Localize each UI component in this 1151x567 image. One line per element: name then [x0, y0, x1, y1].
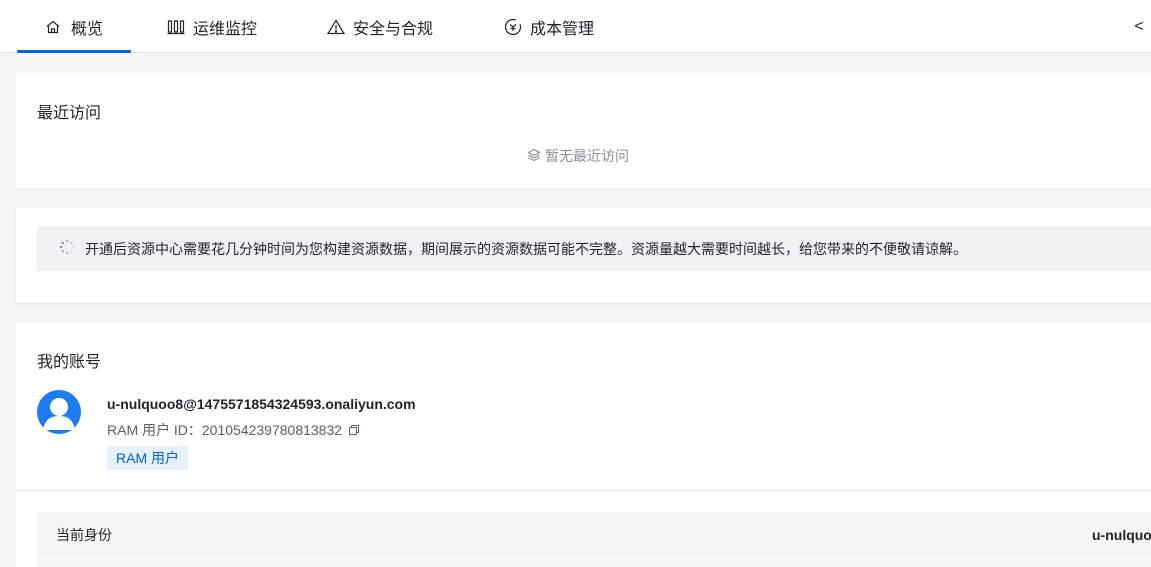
account-email: u-nulquoo8@1475571854324593.onaliyun.com — [107, 396, 416, 412]
current-identity-row: 当前身份 u-nulquo — [37, 512, 1151, 558]
tabs-scroll-left-button[interactable]: < — [1127, 0, 1151, 53]
recent-visits-empty-state: 暂无最近访问 — [8, 146, 1148, 166]
table-row — [37, 559, 1151, 567]
tab-ops-monitoring[interactable]: 运维监控 — [167, 0, 257, 53]
account-id-value: 201054239780813832 — [201, 422, 343, 438]
tab-label: 成本管理 — [530, 20, 595, 38]
cost-icon — [504, 18, 522, 36]
notice-bar: 开通后资源中心需要花几分钟时间为您构建资源数据，期间展示的资源数据可能不完整。资… — [37, 226, 1151, 271]
recent-visits-title: 最近访问 — [37, 105, 102, 122]
copy-icon[interactable] — [348, 424, 360, 436]
warning-icon — [327, 18, 345, 35]
tab-label: 概览 — [71, 20, 104, 38]
account-type-tag: RAM 用户 — [107, 446, 188, 470]
tab-label: 运维监控 — [193, 20, 258, 38]
recent-visits-empty-text: 暂无最近访问 — [545, 148, 629, 164]
layers-icon — [527, 148, 541, 165]
current-identity-label: 当前身份 — [56, 527, 112, 543]
chevron-left-icon: < — [1134, 17, 1144, 35]
current-identity-value: u-nulquo — [1092, 527, 1151, 543]
home-icon — [45, 19, 61, 35]
recent-visits-card: 最近访问 暂无最近访问 — [16, 73, 1151, 188]
tab-overview[interactable]: 概览 — [17, 0, 131, 53]
bar-chart-icon — [167, 19, 185, 35]
notice-card: 开通后资源中心需要花几分钟时间为您构建资源数据，期间展示的资源数据可能不完整。资… — [16, 208, 1151, 303]
account-id-row: RAM 用户 ID：201054239780813832 — [107, 420, 360, 440]
divider — [16, 490, 1151, 491]
my-account-card: 我的账号 u-nulquoo8@1475571854324593.onaliyu… — [16, 323, 1151, 567]
tab-cost-management[interactable]: 成本管理 — [504, 0, 594, 53]
resource-center-overview-page: 概览 运维监控 安全与合规 成本管理 < 最近访问 暂无最近访问 开通后资源中心… — [0, 0, 1151, 567]
notice-text: 开通后资源中心需要花几分钟时间为您构建资源数据，期间展示的资源数据可能不完整。资… — [85, 240, 967, 257]
tab-label: 安全与合规 — [353, 20, 434, 38]
avatar — [37, 390, 81, 434]
account-id-label: RAM 用户 ID： — [107, 422, 202, 438]
tab-security-compliance[interactable]: 安全与合规 — [327, 0, 433, 53]
top-tab-bar: 概览 运维监控 安全与合规 成本管理 < — [0, 0, 1151, 53]
my-account-title: 我的账号 — [37, 354, 102, 371]
loading-spinner-icon — [59, 239, 75, 258]
